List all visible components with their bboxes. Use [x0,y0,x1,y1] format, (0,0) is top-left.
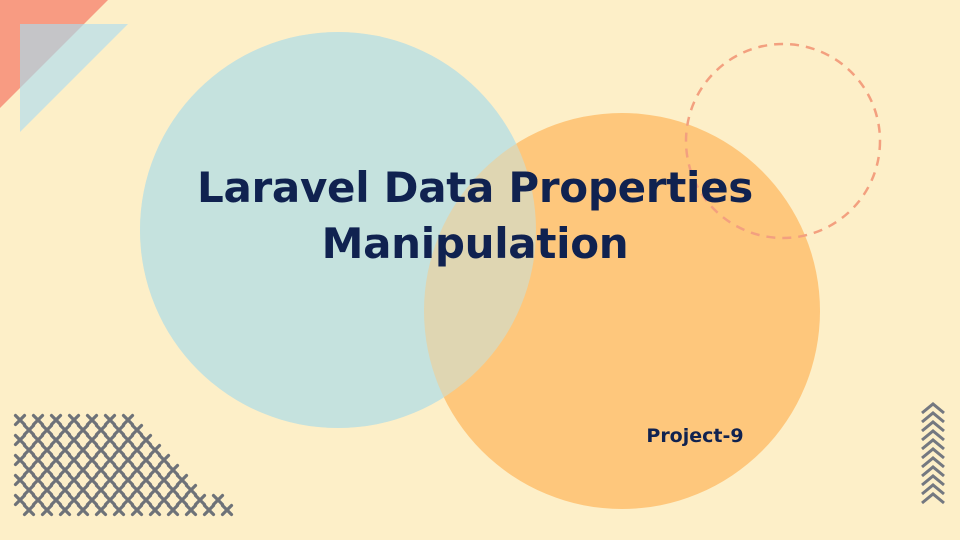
slide-title-line-1: Laravel Data Properties [197,163,753,212]
slide: Laravel Data Properties Manipulation Pro… [0,0,960,540]
slide-title-line-2: Manipulation [321,219,629,268]
slide-subtitle: Project-9 [646,425,744,447]
slide-title: Laravel Data Properties Manipulation [0,160,950,272]
